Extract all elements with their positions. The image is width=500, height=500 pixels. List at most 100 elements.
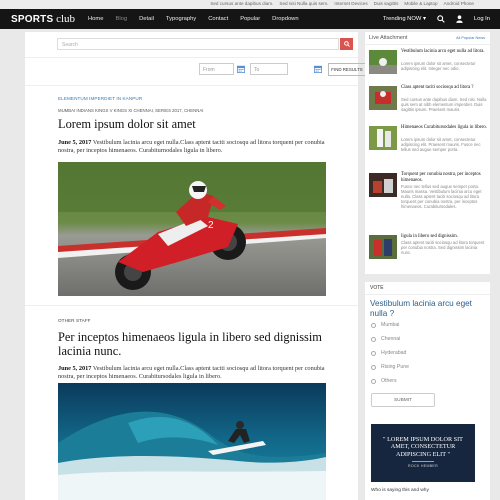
item-text: Lorem ipsum dolor sit amet, consectetur … (401, 61, 476, 71)
logo-rest: club (56, 13, 76, 25)
item-title[interactable]: Class aptent taciti sociosqu ad litora ? (401, 85, 487, 91)
user-icon[interactable] (456, 15, 463, 23)
nav-item-typography[interactable]: Typography (160, 16, 202, 22)
nav-item-popular[interactable]: Popular (234, 16, 266, 22)
trending-dropdown[interactable]: Trending NOW ▾ (383, 16, 426, 22)
top-links: Sed cursus ante dapibus diam. Sed nisi N… (210, 1, 474, 6)
vote-label: VOTE (370, 285, 384, 291)
search-row: Search (57, 38, 353, 50)
radio-button[interactable] (371, 364, 376, 370)
to-date-input[interactable]: To (250, 63, 288, 75)
widget-title: Live Attachment (369, 35, 408, 41)
site-logo[interactable]: SPORTS club (11, 13, 75, 26)
item-title[interactable]: Vestibulum lacinia arcu eget nulla ad li… (401, 49, 487, 55)
calendar-icon[interactable] (237, 65, 245, 73)
thumbnail-image[interactable] (369, 235, 397, 259)
vote-option[interactable]: Chennai (371, 336, 400, 342)
nav-item-home[interactable]: Home (82, 16, 109, 22)
nav-menu: Home Blog Detail Typography Contact Popu… (82, 9, 305, 29)
quote-text: " LOREM IPSUM DOLOR SIT AMET, CONSECTETU… (383, 436, 463, 458)
post-date: June 5, 2017 (58, 365, 92, 372)
login-link[interactable]: Log In (474, 16, 490, 22)
item-title[interactable]: Himenaeos Curabitursodales ligula in lib… (401, 125, 487, 131)
radio-button[interactable] (371, 322, 376, 328)
thumbnail-image[interactable] (369, 126, 397, 150)
post-excerpt-text: Vestibulum lacinia arcu eget nulla.Class… (58, 365, 325, 381)
vote-question: Vestibulum lacinia arcu eget nulla ? (370, 299, 472, 318)
nav-item-contact[interactable]: Contact (202, 16, 234, 22)
vote-option[interactable]: Rising Pune (371, 364, 409, 370)
thumbnail-image[interactable] (369, 86, 397, 110)
logo-bold: SPORTS (11, 14, 54, 25)
top-strip: Sed cursus ante dapibus diam. Sed nisi N… (0, 0, 500, 9)
divider (25, 85, 358, 86)
item-title[interactable]: ligula in libero sed dignissim. (401, 234, 487, 240)
thumbnail-image[interactable] (369, 50, 397, 74)
quote-widget: " LOREM IPSUM DOLOR SIT AMET, CONSECTETU… (365, 416, 490, 500)
top-link[interactable]: Mobile & Laptop (404, 1, 437, 6)
blog-post: ELEMENTUM IMPERDIET IN KANPUR MUMBAI IND… (58, 96, 328, 155)
from-date-input[interactable]: From (199, 63, 234, 75)
item-title[interactable]: Torquent per conubia nostra, per incepto… (401, 172, 487, 183)
item-text: Lorem ipsum dolor sit amet, consectetur … (401, 137, 481, 152)
divider (25, 305, 358, 306)
vote-option[interactable]: Others (371, 378, 397, 384)
top-link[interactable]: Internet Devices (334, 1, 367, 6)
nav-item-dropdown[interactable]: Dropdown (266, 16, 304, 22)
top-link[interactable]: Sed cursus ante dapibus diam. (210, 1, 273, 6)
nav-right: Trending NOW ▾ Log In (383, 9, 490, 29)
list-item[interactable]: Himenaeos Curabitursodales ligula in lib… (369, 125, 487, 152)
post-date: June 5, 2017 (58, 139, 92, 146)
item-text: Fusce nec tellus sed augue semper porta.… (401, 184, 482, 209)
blog-post: OTHER STAFF Per inceptos himenaeos ligul… (58, 318, 328, 381)
post-title[interactable]: Lorem ipsum dolor sit amet (58, 117, 328, 131)
top-link[interactable]: Duis sagittis (374, 1, 399, 6)
thumbnail-image[interactable] (369, 173, 397, 197)
top-link[interactable]: Android Phone (444, 1, 474, 6)
trending-label: Trending NOW (382, 16, 422, 22)
nav-item-blog[interactable]: Blog (109, 16, 133, 22)
svg-text:2: 2 (208, 220, 214, 231)
divider (365, 294, 490, 295)
nav-item-detail[interactable]: Detail (133, 16, 160, 22)
vote-submit-button[interactable]: SUBMIT (371, 393, 435, 407)
main-content: Search From To FIND RESULTS ELEMENTUM IM… (25, 32, 366, 500)
option-label: Chennai (381, 336, 401, 342)
post-image-surfer[interactable] (58, 383, 326, 500)
vote-option[interactable]: Mumbai (371, 322, 399, 328)
option-label: Mumbai (381, 322, 400, 328)
list-item[interactable]: ligula in libero sed dignissim. Class ap… (369, 234, 487, 260)
divider (25, 57, 358, 58)
calendar-icon[interactable] (314, 65, 322, 73)
top-link[interactable]: Sed nisi Nulla quis sem. (279, 1, 328, 6)
post-image-motorcycle[interactable]: 2 (58, 162, 326, 296)
item-text: Sed cursus ante dapibus diam. Sed nisi. … (401, 97, 487, 112)
post-excerpt: June 5, 2017 Vestibulum lacinia arcu ege… (58, 139, 330, 155)
search-button[interactable] (340, 38, 353, 50)
quote-box: " LOREM IPSUM DOLOR SIT AMET, CONSECTETU… (371, 424, 475, 482)
list-item[interactable]: Vestibulum lacinia arcu eget nulla ad li… (369, 49, 487, 75)
list-item[interactable]: Torquent per conubia nostra, per incepto… (369, 172, 487, 209)
radio-button[interactable] (371, 336, 376, 342)
radio-button[interactable] (371, 378, 376, 384)
search-input[interactable]: Search (57, 38, 339, 50)
radio-button[interactable] (371, 350, 376, 356)
list-item[interactable]: Class aptent taciti sociosqu ad litora ?… (369, 85, 487, 112)
search-icon (343, 41, 350, 47)
quote-caption: Who is saying this and why (371, 488, 429, 493)
post-category[interactable]: ELEMENTUM IMPERDIET IN KANPUR (58, 96, 328, 101)
post-subtitle: MUMBAI INDIANS KINGS V KINGS XI CHENNAI,… (58, 108, 204, 113)
option-label: Others (381, 378, 397, 384)
all-popular-link[interactable]: All Popular News (456, 36, 485, 40)
live-attachment-widget: Live Attachment All Popular News Vestibu… (365, 32, 490, 274)
vote-option[interactable]: Hyderabad (371, 350, 406, 356)
post-title[interactable]: Per inceptos himenaeos ligula in libero … (58, 330, 328, 358)
post-excerpt-text: Vestibulum lacinia arcu eget nulla.Class… (58, 139, 325, 155)
quote-divider (412, 461, 434, 463)
search-icon[interactable] (437, 15, 445, 23)
quote-author: ROCK HEMBER (407, 464, 439, 469)
find-results-button[interactable]: FIND RESULTS (328, 63, 366, 76)
post-excerpt: June 5, 2017 Vestibulum lacinia arcu ege… (58, 365, 330, 381)
post-category[interactable]: OTHER STAFF (58, 318, 328, 323)
option-label: Hyderabad (381, 350, 407, 356)
